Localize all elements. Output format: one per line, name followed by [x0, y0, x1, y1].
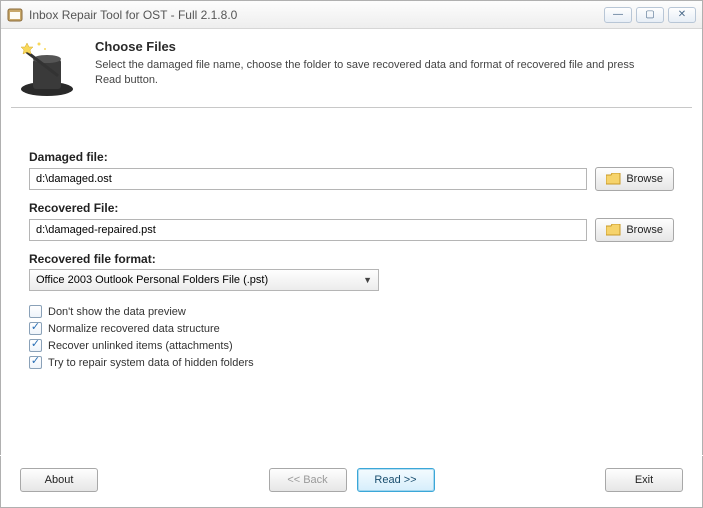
titlebar: Inbox Repair Tool for OST - Full 2.1.8.0…: [1, 1, 702, 29]
browse-label: Browse: [626, 173, 663, 185]
page-description: Select the damaged file name, choose the…: [95, 58, 655, 88]
footer: About << Back Read >> Exit: [0, 455, 703, 508]
option-dont-preview[interactable]: Don't show the data preview: [29, 305, 674, 318]
option-label: Don't show the data preview: [48, 306, 186, 318]
minimize-button[interactable]: —: [604, 7, 632, 23]
back-button[interactable]: << Back: [269, 468, 347, 492]
window-controls: — ▢ ✕: [604, 7, 696, 23]
main-content: Damaged file: Browse Recovered File: Bro…: [1, 108, 702, 379]
read-button[interactable]: Read >>: [357, 468, 435, 492]
folder-icon: [606, 224, 621, 236]
option-recover-unlinked[interactable]: Recover unlinked items (attachments): [29, 339, 674, 352]
browse-damaged-button[interactable]: Browse: [595, 167, 674, 191]
checkbox-icon: [29, 339, 42, 352]
damaged-file-input[interactable]: [29, 168, 587, 190]
folder-icon: [606, 173, 621, 185]
option-normalize[interactable]: Normalize recovered data structure: [29, 322, 674, 335]
format-label: Recovered file format:: [29, 252, 674, 266]
damaged-file-label: Damaged file:: [29, 150, 674, 164]
format-selected-value: Office 2003 Outlook Personal Folders Fil…: [36, 274, 268, 286]
wizard-header: Choose Files Select the damaged file nam…: [1, 29, 702, 107]
window-title: Inbox Repair Tool for OST - Full 2.1.8.0: [29, 8, 604, 22]
options-group: Don't show the data preview Normalize re…: [29, 305, 674, 369]
recovered-file-label: Recovered File:: [29, 201, 674, 215]
exit-button[interactable]: Exit: [605, 468, 683, 492]
format-select[interactable]: Office 2003 Outlook Personal Folders Fil…: [29, 269, 379, 291]
option-label: Recover unlinked items (attachments): [48, 340, 233, 352]
option-label: Try to repair system data of hidden fold…: [48, 357, 254, 369]
maximize-button[interactable]: ▢: [636, 7, 664, 23]
browse-recovered-button[interactable]: Browse: [595, 218, 674, 242]
chevron-down-icon: ▼: [363, 275, 372, 285]
app-icon: [7, 7, 23, 23]
checkbox-icon: [29, 322, 42, 335]
recovered-file-input[interactable]: [29, 219, 587, 241]
magic-hat-icon: [17, 39, 77, 97]
browse-label: Browse: [626, 224, 663, 236]
option-repair-hidden[interactable]: Try to repair system data of hidden fold…: [29, 356, 674, 369]
checkbox-icon: [29, 305, 42, 318]
checkbox-icon: [29, 356, 42, 369]
close-button[interactable]: ✕: [668, 7, 696, 23]
about-button[interactable]: About: [20, 468, 98, 492]
page-title: Choose Files: [95, 39, 655, 54]
option-label: Normalize recovered data structure: [48, 323, 220, 335]
